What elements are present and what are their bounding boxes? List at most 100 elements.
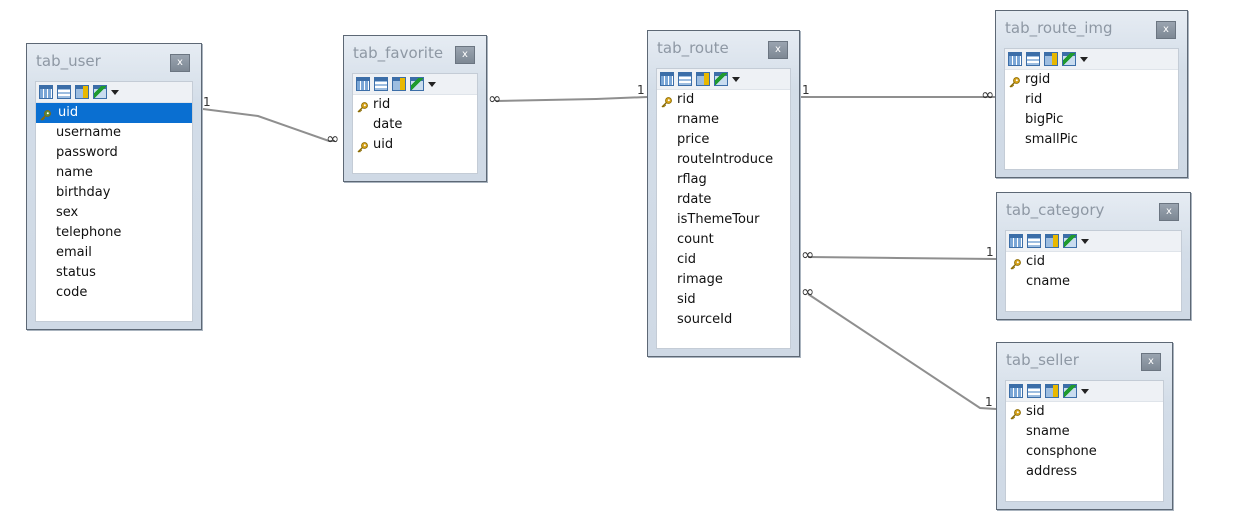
- rel-route-favorite-one: 1: [637, 83, 645, 97]
- field-row[interactable]: rdate: [657, 190, 790, 210]
- primary-key-icon: [1010, 407, 1021, 420]
- field-row[interactable]: name: [36, 163, 192, 183]
- field-row[interactable]: price: [657, 130, 790, 150]
- list-view-icon[interactable]: [1027, 384, 1041, 398]
- field-row[interactable]: rimage: [657, 270, 790, 290]
- field-name: routeIntroduce: [677, 152, 774, 167]
- field-row[interactable]: telephone: [36, 223, 192, 243]
- close-button[interactable]: x: [1156, 21, 1176, 39]
- primary-key-icon: [1009, 75, 1020, 88]
- chevron-down-icon[interactable]: [1080, 56, 1088, 62]
- grid-view-icon[interactable]: [1008, 52, 1022, 66]
- add-field-icon[interactable]: [1063, 234, 1077, 248]
- chevron-down-icon[interactable]: [1081, 238, 1089, 244]
- list-view-icon[interactable]: [1027, 234, 1041, 248]
- add-field-icon[interactable]: [1062, 52, 1076, 66]
- list-view-icon[interactable]: [57, 85, 71, 99]
- key-view-icon[interactable]: [1045, 384, 1059, 398]
- field-row[interactable]: isThemeTour: [657, 210, 790, 230]
- table-tab-favorite[interactable]: tab_favorite x rid date uid: [343, 35, 487, 182]
- grid-view-icon[interactable]: [39, 85, 53, 99]
- add-field-icon[interactable]: [93, 85, 107, 99]
- close-button[interactable]: x: [1141, 353, 1161, 371]
- field-name: sname: [1026, 424, 1070, 439]
- field-row[interactable]: code: [36, 283, 192, 303]
- field-name: cname: [1026, 274, 1071, 289]
- field-row[interactable]: sid: [1006, 402, 1163, 422]
- field-name: address: [1026, 464, 1078, 479]
- field-row[interactable]: rid: [353, 95, 477, 115]
- field-row[interactable]: password: [36, 143, 192, 163]
- table-body: rgid rid bigPic smallPic: [1004, 48, 1179, 170]
- grid-view-icon[interactable]: [1009, 384, 1023, 398]
- field-row[interactable]: rgid: [1005, 70, 1178, 90]
- grid-view-icon[interactable]: [660, 72, 674, 86]
- field-row[interactable]: rid: [657, 90, 790, 110]
- table-tab-user[interactable]: tab_user x uid username password name birthd…: [26, 43, 202, 330]
- close-button[interactable]: x: [1159, 203, 1179, 221]
- list-view-icon[interactable]: [374, 77, 388, 91]
- field-row[interactable]: sex: [36, 203, 192, 223]
- grid-view-icon[interactable]: [1009, 234, 1023, 248]
- table-title: tab_route: [657, 39, 729, 57]
- add-field-icon[interactable]: [410, 77, 424, 91]
- field-row[interactable]: bigPic: [1005, 110, 1178, 130]
- field-row[interactable]: cname: [1006, 272, 1181, 292]
- key-view-icon[interactable]: [392, 77, 406, 91]
- close-button[interactable]: x: [768, 41, 788, 59]
- field-row[interactable]: status: [36, 263, 192, 283]
- chevron-down-icon[interactable]: [1081, 388, 1089, 394]
- field-row[interactable]: email: [36, 243, 192, 263]
- table-body: rid rname price routeIntroduce rflag rdate isT…: [656, 68, 791, 349]
- table-title: tab_user: [36, 52, 101, 70]
- list-view-icon[interactable]: [1026, 52, 1040, 66]
- field-row[interactable]: cid: [1006, 252, 1181, 272]
- field-row[interactable]: cid: [657, 250, 790, 270]
- field-row[interactable]: rname: [657, 110, 790, 130]
- primary-key-icon: [661, 95, 672, 108]
- key-view-icon[interactable]: [1045, 234, 1059, 248]
- field-row[interactable]: sid: [657, 290, 790, 310]
- chevron-down-icon[interactable]: [732, 76, 740, 82]
- table-tab-seller[interactable]: tab_seller x sid sname consphone address: [996, 342, 1173, 510]
- link-favorite-route: [495, 96, 648, 102]
- field-row[interactable]: address: [1006, 462, 1163, 482]
- close-button[interactable]: x: [455, 46, 475, 64]
- field-row[interactable]: birthday: [36, 183, 192, 203]
- field-row[interactable]: sname: [1006, 422, 1163, 442]
- field-name: isThemeTour: [677, 212, 760, 227]
- table-title: tab_seller: [1006, 351, 1079, 369]
- field-row[interactable]: rid: [1005, 90, 1178, 110]
- table-tab-route[interactable]: tab_route x rid rname price routeIntroduce r…: [647, 30, 800, 357]
- table-body: cid cname: [1005, 230, 1182, 312]
- field-name: rid: [1025, 92, 1043, 107]
- grid-view-icon[interactable]: [356, 77, 370, 91]
- field-name: sid: [1026, 404, 1045, 419]
- list-view-icon[interactable]: [678, 72, 692, 86]
- field-row[interactable]: sourceId: [657, 310, 790, 330]
- primary-key-icon: [40, 108, 51, 121]
- close-button[interactable]: x: [170, 54, 190, 72]
- field-row[interactable]: date: [353, 115, 477, 135]
- field-name: smallPic: [1025, 132, 1078, 147]
- field-row[interactable]: uid: [353, 135, 477, 155]
- field-row[interactable]: count: [657, 230, 790, 250]
- field-row[interactable]: username: [36, 123, 192, 143]
- field-row[interactable]: rflag: [657, 170, 790, 190]
- field-name: cid: [1026, 254, 1046, 269]
- field-row[interactable]: routeIntroduce: [657, 150, 790, 170]
- key-view-icon[interactable]: [696, 72, 710, 86]
- field-row[interactable]: uid: [36, 103, 192, 123]
- table-title: tab_favorite: [353, 44, 444, 62]
- chevron-down-icon[interactable]: [428, 81, 436, 87]
- chevron-down-icon[interactable]: [111, 89, 119, 95]
- table-tab-category[interactable]: tab_category x cid cname: [996, 192, 1191, 320]
- add-field-icon[interactable]: [1063, 384, 1077, 398]
- key-view-icon[interactable]: [1044, 52, 1058, 66]
- field-row[interactable]: smallPic: [1005, 130, 1178, 150]
- key-view-icon[interactable]: [75, 85, 89, 99]
- table-tab-route-img[interactable]: tab_route_img x rgid rid bigPic smallPic: [995, 10, 1188, 178]
- add-field-icon[interactable]: [714, 72, 728, 86]
- field-row[interactable]: consphone: [1006, 442, 1163, 462]
- field-name: birthday: [56, 185, 111, 200]
